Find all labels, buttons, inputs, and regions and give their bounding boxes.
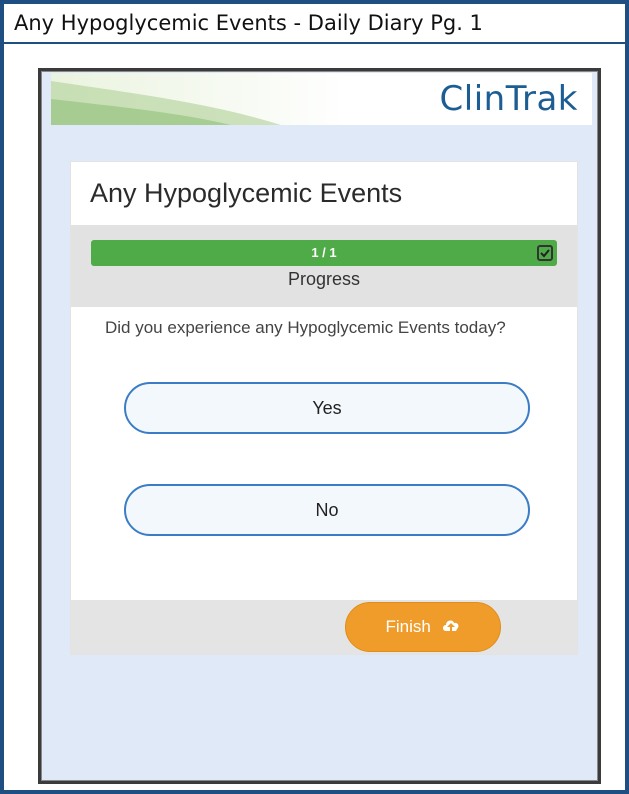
page-title: Any Hypoglycemic Events - Daily Diary Pg… — [4, 4, 625, 44]
card-footer: Finish — [71, 600, 577, 654]
question-card: Any Hypoglycemic Events 1 / 1 Progress D… — [70, 161, 578, 655]
finish-label: Finish — [385, 617, 431, 636]
progress-bar: 1 / 1 — [91, 240, 557, 266]
progress-section: 1 / 1 Progress — [71, 225, 577, 307]
answer-no-button[interactable]: No — [124, 484, 530, 536]
finish-button[interactable]: Finish — [345, 602, 501, 652]
check-square-icon — [537, 245, 553, 261]
app-screen: ClinTrak Any Hypoglycemic Events 1 / 1 P… — [38, 68, 601, 784]
progress-label: Progress — [287, 269, 361, 289]
app-banner: ClinTrak — [51, 73, 592, 125]
question-text: Did you experience any Hypoglycemic Even… — [105, 318, 506, 337]
brand-logo-text: ClinTrak — [439, 79, 578, 119]
cloud-upload-icon — [441, 604, 461, 652]
answer-yes-button[interactable]: Yes — [124, 382, 530, 434]
progress-count: 1 / 1 — [311, 245, 337, 260]
diary-page-frame: Any Hypoglycemic Events - Daily Diary Pg… — [0, 0, 629, 794]
card-title: Any Hypoglycemic Events — [90, 178, 403, 208]
